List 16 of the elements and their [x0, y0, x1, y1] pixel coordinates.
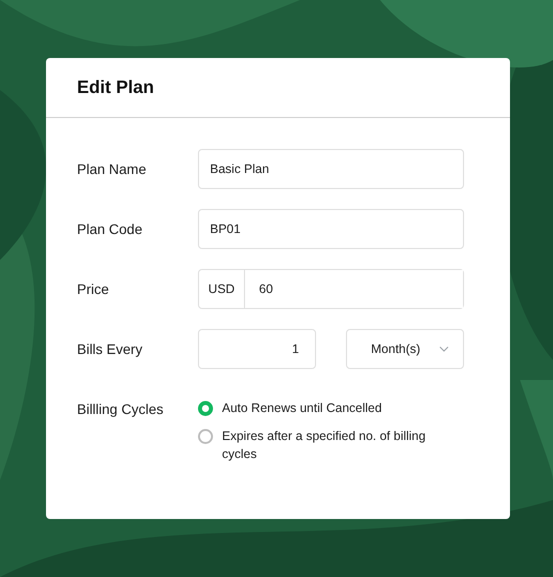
field-label: Billling Cycles [77, 400, 164, 419]
dialog-title: Edit Plan [77, 77, 154, 98]
unit-dropdown[interactable]: Month(s) [346, 329, 464, 369]
input-field[interactable]: 1 [198, 329, 316, 369]
input-field[interactable]: BP01 [198, 209, 464, 249]
field-label: Plan Code [77, 221, 144, 237]
radio-button[interactable] [198, 401, 213, 416]
field-label: Plan Name [77, 161, 148, 177]
chevron-down-icon [439, 346, 449, 352]
field-label: Price [77, 281, 110, 297]
option-label: Auto Renews until Cancelled [222, 400, 383, 417]
input-field[interactable]: Basic Plan [198, 149, 464, 189]
price-field[interactable]: USD 60 [198, 269, 464, 309]
radio-button[interactable] [198, 429, 213, 444]
field-label: Bills Every [77, 341, 144, 357]
option-label: Expires after a specified no. of billing cycles [222, 428, 427, 463]
